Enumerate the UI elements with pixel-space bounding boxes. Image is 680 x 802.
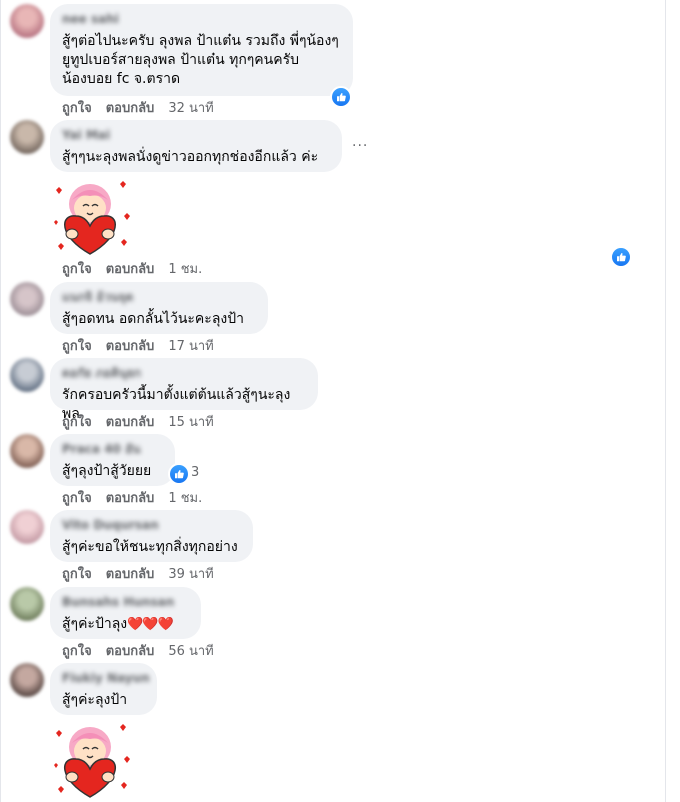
bear-heart-sticker[interactable] (50, 176, 132, 258)
right-border (665, 0, 666, 802)
like-button[interactable]: ถูกใจ (62, 491, 92, 506)
like-button[interactable]: ถูกใจ (62, 101, 92, 116)
avatar[interactable] (10, 587, 44, 621)
timestamp[interactable]: 39 นาที (168, 567, 213, 582)
commenter-name[interactable]: แนกจิ อ้วนจุด (62, 290, 256, 304)
reply-button[interactable]: ตอบกลับ (106, 339, 155, 354)
comment-text: สู้ๆๆนะลุงพลนั่งดูข่าวออกทุกช่องอีกแล้ว … (62, 149, 319, 165)
reply-button[interactable]: ตอบกลับ (106, 567, 155, 582)
avatar[interactable] (10, 663, 44, 697)
comment-bubble: Bunsahs Hunsan สู้ๆค่ะป้าลุง❤️❤️❤️ (50, 587, 201, 639)
commenter-name[interactable]: ดอกัย ภอคินุยก (62, 366, 306, 380)
avatar[interactable] (10, 120, 44, 154)
reply-button[interactable]: ตอบกลับ (106, 262, 155, 277)
like-button[interactable]: ถูกใจ (62, 644, 92, 659)
avatar[interactable] (10, 434, 44, 468)
comment-text: สู้ๆลุงป้าสู้วัยยย (62, 463, 152, 479)
commenter-name[interactable]: Praca 40 อัน (62, 442, 163, 456)
reaction-count[interactable]: 3 (191, 465, 199, 480)
like-button[interactable]: ถูกใจ (62, 415, 92, 430)
timestamp[interactable]: 32 นาที (168, 101, 213, 116)
commenter-name[interactable]: Yai Mai (62, 128, 330, 142)
heart-emojis: ❤️❤️❤️ (127, 617, 174, 632)
comment-text: สู้ๆค่ะลุงป้า (62, 692, 128, 708)
comment-text-body: สู้ๆค่ะป้าลุง (62, 616, 128, 632)
like-reaction-icon[interactable] (610, 246, 632, 268)
comment-actions: ถูกใจ ตอบกลับ 1 ชม. (62, 487, 216, 508)
like-button[interactable]: ถูกใจ (62, 567, 92, 582)
comment-text: สู้ๆอดทน อดกลั้นไว้นะคะลุงป้า (62, 311, 244, 327)
like-reaction-icon[interactable] (168, 463, 190, 485)
comment-actions: ถูกใจ ตอบกลับ 39 นาที (62, 563, 228, 584)
left-border (0, 0, 1, 802)
timestamp[interactable]: 1 ชม. (168, 262, 202, 277)
commenter-name[interactable]: Bunsahs Hunsan (62, 595, 189, 609)
timestamp[interactable]: 15 นาที (168, 415, 213, 430)
avatar[interactable] (10, 510, 44, 544)
reply-button[interactable]: ตอบกลับ (106, 491, 155, 506)
comment-bubble: แนกจิ อ้วนจุด สู้ๆอดทน อดกลั้นไว้นะคะลุง… (50, 282, 268, 334)
reply-button[interactable]: ตอบกลับ (106, 415, 155, 430)
reply-button[interactable]: ตอบกลับ (106, 644, 155, 659)
comment-text: สู้ๆค่ะป้าลุง❤️❤️❤️ (62, 615, 189, 634)
comment-bubble: ดอกัย ภอคินุยก รักครอบครัวนี้มาตั้งแต่ต้… (50, 358, 318, 422)
avatar[interactable] (10, 282, 44, 316)
comment-actions: ถูกใจ ตอบกลับ 32 นาที (62, 97, 228, 118)
comment-bubble: Yai Mai สู้ๆๆนะลุงพลนั่งดูข่าวออกทุกช่อง… (50, 120, 342, 172)
timestamp[interactable]: 1 ชม. (168, 491, 202, 506)
comment-text: สู้ๆค่ะขอให้ชนะทุกสิ่งทุกอย่าง (62, 539, 238, 555)
reply-button[interactable]: ตอบกลับ (106, 101, 155, 116)
more-options-icon[interactable]: ··· (352, 138, 368, 154)
comment-actions: ถูกใจ ตอบกลับ 15 นาที (62, 411, 228, 432)
like-button[interactable]: ถูกใจ (62, 339, 92, 354)
commenter-name[interactable]: Fiukiy Nayun (62, 671, 150, 685)
comment-bubble: Vito Duqursan สู้ๆค่ะขอให้ชนะทุกสิ่งทุกอ… (50, 510, 253, 562)
comment-bubble: Fiukiy Nayun สู้ๆค่ะลุงป้า (50, 663, 157, 715)
avatar[interactable] (10, 358, 44, 392)
commenter-name[interactable]: Vito Duqursan (62, 518, 241, 532)
comment-text: สู้ๆต่อไปนะครับ ลุงพล ป้าแต๋น รวมถึง พี่… (62, 33, 339, 87)
timestamp[interactable]: 56 นาที (168, 644, 213, 659)
comment-actions: ถูกใจ ตอบกลับ 17 นาที (62, 335, 228, 356)
bear-heart-sticker[interactable] (50, 719, 132, 801)
avatar[interactable] (10, 4, 44, 38)
like-reaction-icon[interactable] (330, 86, 352, 108)
comment-bubble: Praca 40 อัน สู้ๆลุงป้าสู้วัยยย (50, 434, 175, 486)
commenter-name[interactable]: nee sahi (62, 12, 341, 26)
comment-actions: ถูกใจ ตอบกลับ 56 นาที (62, 640, 228, 661)
like-button[interactable]: ถูกใจ (62, 262, 92, 277)
comment-bubble: nee sahi สู้ๆต่อไปนะครับ ลุงพล ป้าแต๋น ร… (50, 4, 353, 96)
timestamp[interactable]: 17 นาที (168, 339, 213, 354)
comment-actions: ถูกใจ ตอบกลับ 1 ชม. (62, 258, 216, 279)
